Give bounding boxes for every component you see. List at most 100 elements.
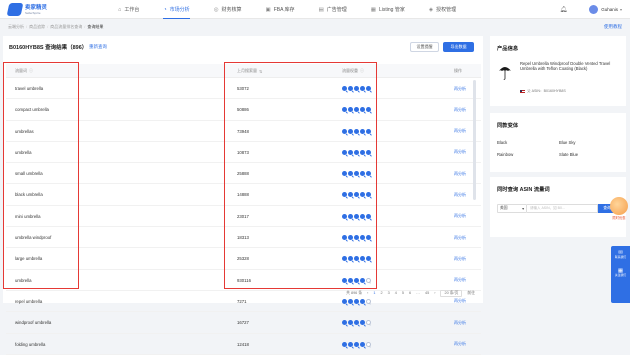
- page-size-select[interactable]: 20 条/页: [440, 289, 463, 297]
- header-weight[interactable]: 流量权重 ⓘ: [342, 64, 364, 78]
- reanalyze-link[interactable]: 再分析: [454, 99, 466, 120]
- side-float-label: 联系我们: [614, 255, 627, 260]
- variant-item[interactable]: Black: [497, 140, 559, 145]
- weight-magnifier-icon: [359, 149, 365, 155]
- variant-item[interactable]: Blue Sky: [559, 140, 621, 145]
- search-volume-cell: 14888: [237, 192, 249, 198]
- table-row: black umbrella 14888 再分析: [6, 184, 481, 206]
- traffic-weight-cell: [342, 206, 371, 227]
- keyword-cell[interactable]: large umbrella: [15, 248, 42, 269]
- nav-item-1[interactable]: ◔ 市场分析: [163, 0, 191, 19]
- reanalyze-link[interactable]: 再分析: [454, 163, 466, 184]
- nav-item-5[interactable]: ▦ Listing 管家: [371, 0, 405, 19]
- weight-magnifier-icon: [347, 213, 353, 219]
- keyword-cell[interactable]: mini umbrella: [15, 206, 41, 227]
- re-query-link[interactable]: 重新查询: [89, 44, 107, 50]
- weight-magnifier-icon: [365, 86, 371, 91]
- table-row: travel umbrella 53072 再分析: [6, 78, 481, 100]
- search-volume-cell: 18313: [237, 235, 249, 241]
- table-scrollbar[interactable]: [473, 80, 476, 200]
- keyword-cell[interactable]: compact umbrella: [15, 99, 49, 120]
- nav-label: 市场分析: [169, 7, 190, 13]
- result-panel: B0160HYB8S 查询结果（896） 重新查询 设置提醒 导出数据 流量词 ⓘ…: [3, 36, 483, 355]
- app-logo[interactable]: 卖家精灵 SellerSprite: [6, 3, 47, 16]
- variant-item[interactable]: Rainbow: [497, 152, 559, 157]
- weight-magnifier-icon: [365, 149, 371, 155]
- market-select[interactable]: 美国 ▾: [497, 204, 527, 213]
- usage-link[interactable]: 使用教程: [604, 24, 622, 30]
- page-number[interactable]: 1: [373, 291, 375, 295]
- user-name[interactable]: Guhanis: [601, 7, 618, 12]
- reanalyze-link[interactable]: 再分析: [454, 334, 466, 355]
- reanalyze-link[interactable]: 再分析: [454, 206, 466, 227]
- header-volume[interactable]: 上月搜索量 ⇅: [237, 64, 262, 78]
- chevron-down-icon[interactable]: ▾: [620, 7, 622, 12]
- weight-magnifier-icon: [347, 128, 353, 134]
- keyword-cell[interactable]: windproof umbrella: [15, 312, 51, 333]
- variant-item[interactable]: Slate Blue: [559, 152, 621, 157]
- pager-goto[interactable]: 前往: [467, 291, 475, 296]
- reanalyze-link[interactable]: 再分析: [454, 142, 466, 163]
- page-number[interactable]: 4: [395, 291, 397, 295]
- nav-item-4[interactable]: ▤ 广告管理: [319, 0, 347, 19]
- side-float-item[interactable]: ✉ 联系我们: [611, 246, 630, 264]
- page-number[interactable]: 2: [381, 291, 383, 295]
- pager-next-icon[interactable]: ›: [434, 291, 435, 295]
- reanalyze-link[interactable]: 再分析: [454, 227, 466, 248]
- nav-item-3[interactable]: ▣ FBA 库存: [266, 0, 295, 19]
- nav-item-2[interactable]: ◎ 财务核算: [214, 0, 242, 19]
- us-flag-icon: [520, 89, 525, 94]
- keyword-cell[interactable]: umbrella windproof: [15, 227, 51, 248]
- weight-magnifier-icon: [365, 213, 371, 219]
- sort-icon: ⇅: [259, 68, 263, 74]
- page-number[interactable]: 5: [402, 291, 404, 295]
- weight-magnifier-icon: [347, 341, 353, 347]
- weight-magnifier-icon: [365, 171, 371, 177]
- avatar[interactable]: [589, 5, 599, 14]
- reanalyze-link[interactable]: 再分析: [454, 184, 466, 205]
- weight-magnifier-icon: [359, 235, 365, 241]
- keyword-cell[interactable]: small umbrella: [15, 163, 43, 184]
- logo-en-text: SellerSprite: [25, 10, 41, 15]
- export-button[interactable]: 导出数据: [443, 42, 474, 52]
- weight-magnifier-icon: [353, 298, 359, 304]
- weight-magnifier-icon: [359, 213, 365, 219]
- page-number[interactable]: …: [416, 291, 420, 295]
- page-number[interactable]: 45: [425, 291, 429, 295]
- weight-magnifier-icon: [365, 192, 371, 198]
- nav-item-6[interactable]: ◈ 授权管理: [429, 0, 456, 19]
- breadcrumb-item[interactable]: 商品流量排名查询: [50, 24, 82, 30]
- reanalyze-link[interactable]: 再分析: [454, 121, 466, 142]
- traffic-weight-cell: [342, 99, 371, 120]
- nav-item-0[interactable]: ⌂ 工作台: [118, 0, 139, 19]
- weight-magnifier-icon: [359, 298, 365, 304]
- promo-float[interactable]: 限时优惠: [609, 197, 629, 230]
- keyword-cell[interactable]: umbrella: [15, 142, 31, 163]
- keyword-cell[interactable]: folding umbrella: [15, 334, 45, 355]
- table-row: large umbrella 25328 再分析: [6, 248, 481, 270]
- breadcrumb-item[interactable]: 商品追踪: [29, 24, 45, 30]
- weight-magnifier-icon: [359, 86, 365, 91]
- reanalyze-link[interactable]: 再分析: [454, 78, 466, 99]
- breadcrumb-item: 查询结果: [87, 24, 104, 29]
- page-number[interactable]: 3: [388, 291, 390, 295]
- product-info-card: 产品信息 Repel Umbrella Windproof Double Ven…: [490, 36, 626, 106]
- reanalyze-link[interactable]: 再分析: [454, 248, 466, 269]
- set-alert-button[interactable]: 设置提醒: [410, 42, 439, 52]
- keyword-cell[interactable]: umbrellas: [15, 121, 34, 142]
- side-float-item[interactable]: ▦ 关注我们: [611, 264, 630, 282]
- product-title[interactable]: Repel Umbrella Windproof Double Vented T…: [520, 61, 622, 71]
- umbrella-product-image[interactable]: [498, 64, 512, 80]
- page-number[interactable]: 6: [409, 291, 411, 295]
- asin-input[interactable]: 请输入 ASIN，如 B0...: [527, 204, 598, 213]
- reanalyze-link[interactable]: 再分析: [454, 312, 466, 333]
- breadcrumb-item[interactable]: 云端分析: [8, 24, 24, 30]
- bell-icon[interactable]: 🔔︎: [560, 6, 568, 13]
- weight-magnifier-icon: [353, 213, 359, 219]
- keyword-cell[interactable]: travel umbrella: [15, 78, 43, 99]
- keyword-cell[interactable]: black umbrella: [15, 184, 43, 205]
- breadcrumb: 云端分析 / 商品追踪 / 商品流量排名查询 / 查询结果: [8, 24, 105, 30]
- header-keyword[interactable]: 流量词 ⓘ: [15, 64, 33, 78]
- weight-magnifier-icon: [359, 277, 365, 283]
- breadcrumb-separator: /: [84, 24, 86, 29]
